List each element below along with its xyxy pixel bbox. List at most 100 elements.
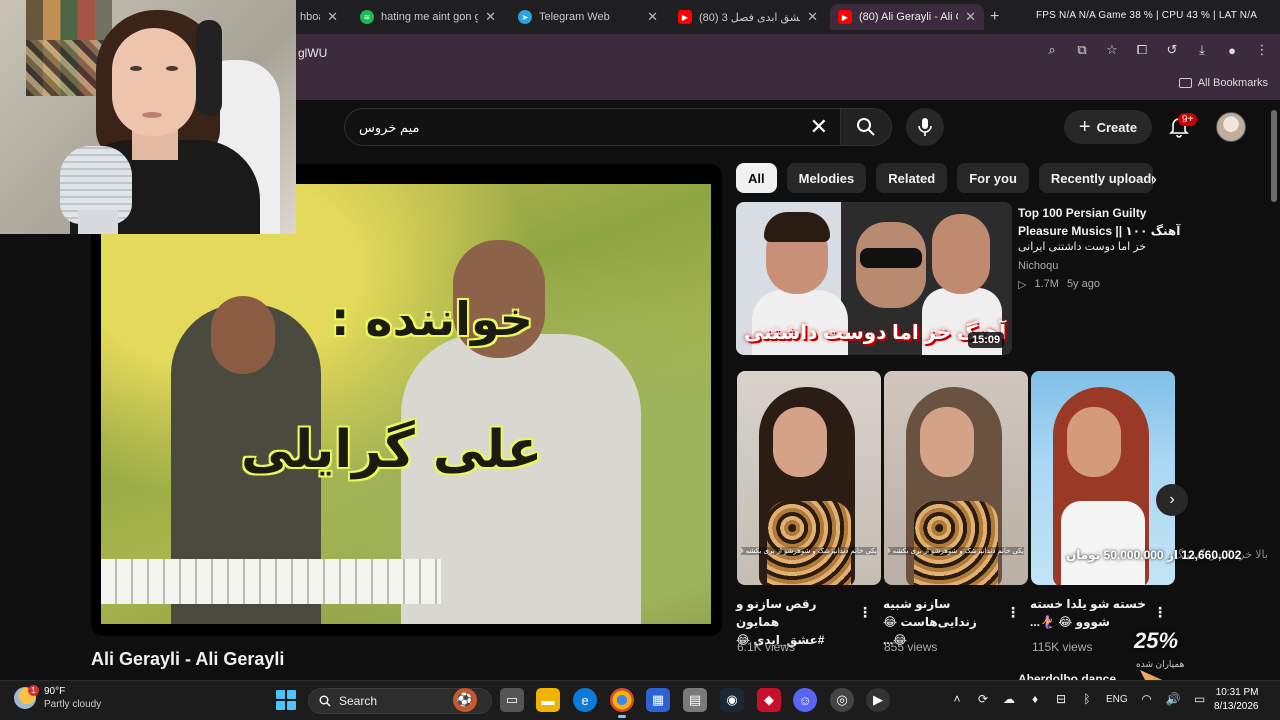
zoom-icon[interactable]: ⌕ [1044,42,1060,58]
tab-title: Telegram Web [539,11,610,23]
close-tab-icon[interactable]: ✕ [965,9,976,25]
account-avatar[interactable] [1216,112,1246,142]
download-icon[interactable]: ⤓ [1194,42,1210,58]
calculator-icon[interactable]: ▤ [683,688,707,712]
clear-search-icon[interactable]: ✕ [810,114,828,140]
store-icon[interactable]: ▦ [646,688,670,712]
history-icon[interactable]: ↺ [1164,42,1180,58]
profile-icon[interactable]: ● [1224,42,1240,58]
short-views: 855 views [884,640,938,654]
view-count: 1.7M [1034,278,1059,290]
video-player[interactable]: خواننده : علی گرایلی [91,164,722,636]
partly-cloudy-icon: 1 [14,685,39,709]
channel-name[interactable]: Nichoqu [1018,260,1058,272]
microphone-icon[interactable]: ♦ [1028,690,1042,708]
short-views: 115K views [1032,640,1093,654]
upload-age: 5y ago [1066,278,1100,290]
create-button[interactable]: + Create [1064,110,1152,144]
bluetooth-icon[interactable]: ᛒ [1080,690,1094,708]
network-icon[interactable]: ⊟ [1054,690,1068,708]
taskbar-search-label: Search [339,694,378,708]
microphone-icon [918,118,932,136]
browser-tab-active[interactable]: ▶ (80) Ali Gerayli - Ali Ge ✕ [830,4,984,30]
all-bookmarks-label: All Bookmarks [1197,77,1268,89]
more-options-icon[interactable]: ⋮ [1006,604,1020,621]
media-player-icon[interactable]: ▶ [866,688,890,712]
video-meta: ▷ 1.7M 5y ago [1018,278,1100,291]
language-indicator[interactable]: ENG [1106,690,1128,708]
game-widget-icon[interactable]: ⚽ [453,688,477,712]
short-thumbnail[interactable]: یکی خانم دندانپزشک و شوهرشو از بری بکشه … [884,371,1028,585]
shorts-next-button[interactable]: › [1156,484,1188,516]
steam-icon[interactable]: ◉ [720,688,744,712]
game-launcher-icon[interactable]: ◆ [757,688,781,712]
chip-recently-uploaded[interactable]: Recently uploaded [1038,163,1153,193]
donation-percent-label: همیاران شده [1136,659,1185,669]
telegram-icon: ➤ [518,10,532,24]
chevron-right-icon: › [1169,491,1175,508]
video-overlay-text: علی گرایلی [241,420,543,480]
close-tab-icon[interactable]: ✕ [485,9,496,25]
clock-time: 10:31 PM [1215,687,1259,698]
weather-widget[interactable]: 1 90°F Partly cloudy [14,685,101,711]
video-overlay-text: خواننده : [331,292,533,346]
more-options-icon[interactable]: ⋮ [858,604,872,621]
short-title[interactable]: خسته شو یلدا خسته شووو 😂 🧜‍♀️... [1030,595,1146,631]
taskbar-clock[interactable]: 10:31 PM 8/13/2026 [1214,686,1259,714]
windows-start-button[interactable] [276,690,296,710]
short-views: 6.1K views [737,640,796,654]
notification-count-badge: 9+ [1178,113,1198,126]
chip-related[interactable]: Related [876,163,948,193]
tab-title: (80) Ali Gerayli - Ali Ge [859,11,958,23]
sync-icon[interactable]: ⟳ [976,690,990,708]
edge-icon[interactable]: e [573,688,597,712]
all-bookmarks-button[interactable]: All Bookmarks [1178,77,1268,89]
recommended-video-title[interactable]: Top 100 Persian Guilty Pleasure Musics |… [1018,204,1188,240]
scrollbar-thumb[interactable] [1271,110,1277,202]
speaker-icon[interactable]: 🔊 [1166,690,1181,708]
close-tab-icon[interactable]: ✕ [647,9,658,25]
close-tab-icon[interactable]: ✕ [807,9,818,25]
performance-overlay: FPS N/A N/A Game 38 % | CPU 43 % | LAT N… [1036,10,1258,21]
short-thumbnail[interactable]: یکی خانم دندانپزشک و شوهرشو از بری بکشه … [737,371,881,585]
chevron-right-icon[interactable]: › [1140,165,1168,193]
chip-all[interactable]: All [736,163,777,193]
menu-icon[interactable]: ⋮ [1254,42,1270,58]
search-button[interactable] [840,108,892,146]
open-in-app-icon[interactable]: ⧉ [1074,42,1090,58]
create-label: Create [1096,119,1138,135]
address-bar[interactable]: glWU [298,46,327,60]
short-caption: یکی خانم دندانپزشک و شوهرشو از بری بکشه … [741,547,877,555]
close-tab-icon[interactable]: ✕ [327,9,338,25]
spotify-icon: ≋ [360,10,374,24]
recommended-video-subtitle: خز اما دوست داشتنی ایرانی [1018,241,1147,253]
cloud-icon[interactable]: ☁ [1002,690,1016,708]
file-explorer-icon[interactable]: ▬ [536,688,560,712]
more-options-icon[interactable]: ⋮ [1153,604,1167,621]
browser-tab-youtube[interactable]: ▶ (80) عشق ابدی فصل 3 ✕ [670,4,826,30]
wifi-icon[interactable]: ◠ [1140,690,1154,708]
temperature: 90°F [44,686,66,697]
new-tab-button[interactable]: + [990,8,999,26]
task-view-icon[interactable]: ▭ [500,688,524,712]
browser-tab-telegram[interactable]: ➤ Telegram Web ✕ [510,4,666,30]
video-title: Ali Gerayli - Ali Gerayli [91,649,285,669]
short-caption: یکی خانم دندانپزشک و شوهرشو از بری بکشه … [888,547,1024,555]
browser-tab-spotify[interactable]: ≋ hating me aint gon get ✕ [352,4,504,30]
browser-tab[interactable]: hboa ✕ [292,4,346,30]
chrome-icon[interactable] [610,688,634,718]
filter-chips: All Melodies Related For you Recently up… [736,163,1153,193]
search-input[interactable]: میم خروس ✕ [344,108,840,146]
weather-condition: Partly cloudy [44,699,102,710]
youtube-icon: ▶ [678,10,692,24]
chip-melodies[interactable]: Melodies [786,163,867,193]
chevron-up-icon[interactable]: ˄ [950,690,964,708]
battery-icon[interactable]: ▭ [1193,690,1207,708]
chip-for-you[interactable]: For you [957,163,1029,193]
bookmark-star-icon[interactable]: ☆ [1104,42,1120,58]
search-query: میم خروس [359,120,420,135]
discord-icon[interactable]: ☺ [793,688,817,712]
obs-icon[interactable]: ◎ [830,688,854,712]
extensions-icon[interactable]: ⧠ [1134,42,1150,58]
voice-search-button[interactable] [906,108,944,146]
